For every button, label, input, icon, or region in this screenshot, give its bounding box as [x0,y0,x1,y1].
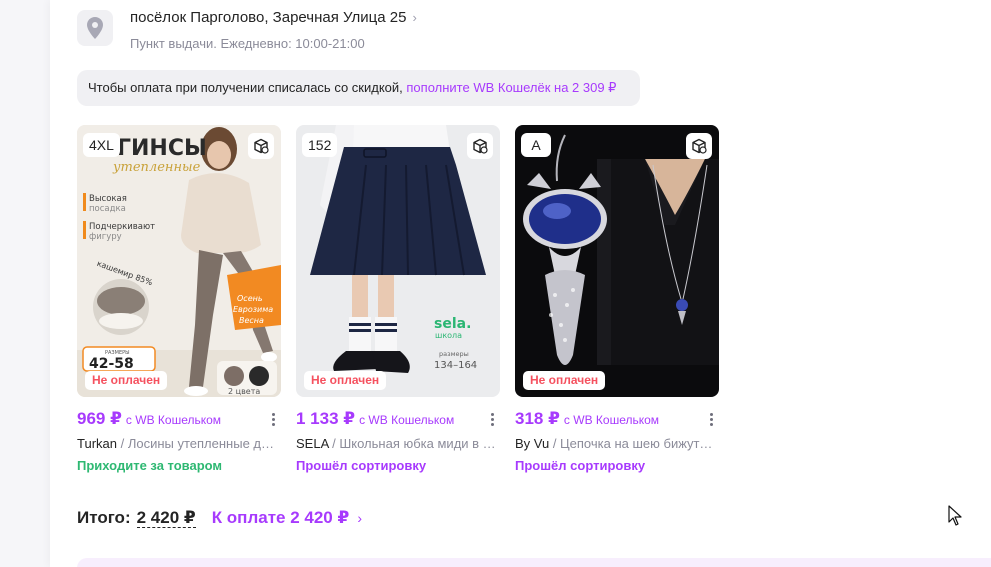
delivery-status: Прошёл сортировку [515,458,646,473]
product-image[interactable]: sela. школа размеры 134–164 152 Не оплач… [296,125,500,397]
svg-text:Подчеркивают: Подчеркивают [89,222,155,232]
chevron-right-icon: › [412,10,417,25]
svg-text:Высокая: Высокая [89,194,127,204]
svg-text:2 цвета: 2 цвета [228,387,260,396]
wallet-topup-link[interactable]: пополните WB Кошелёк на 2 309 ₽ [406,80,616,95]
total-label: Итого: [77,508,131,527]
order-item-card[interactable]: A Не оплачен 318 ₽ с WB Кошельком By Vu /… [515,125,719,473]
product-name[interactable]: Turkan / Лосины утепленные для женщин [77,436,281,451]
size-tag: 4XL [83,133,120,157]
order-item-card[interactable]: ГИНСЫ утепленные Высокая посадка Подчерк… [77,125,281,473]
return-box-icon[interactable] [248,133,274,159]
unpaid-badge: Не оплачен [523,371,606,390]
size-tag: A [521,133,551,157]
poster-sizes-label: размеры [439,350,469,358]
price: 1 133 ₽ с WB Кошельком [296,409,455,428]
pay-link[interactable]: К оплате 2 420 ₽ › [212,508,362,528]
unpaid-badge: Не оплачен [85,371,168,390]
delivery-status: Приходите за товаром [77,458,223,473]
size-tag: 152 [302,133,338,157]
order-item-card[interactable]: sela. школа размеры 134–164 152 Не оплач… [296,125,500,473]
product-image[interactable]: A Не оплачен [515,125,719,397]
poster-logo-sub: школа [435,331,462,340]
more-options-icon[interactable] [265,409,281,429]
svg-text:посадка: посадка [89,204,126,214]
pickup-hours: Пункт выдачи. Ежедневно: 10:00-21:00 [130,36,365,51]
order-items: ГИНСЫ утепленные Высокая посадка Подчерк… [77,125,719,473]
wallet-banner-text: Чтобы оплата при получении списалась со … [88,80,407,95]
svg-text:Еврозима: Еврозима [233,305,273,314]
chevron-right-icon: › [357,510,362,526]
pay-label[interactable]: К оплате 2 420 ₽ [212,508,350,528]
total-value[interactable]: 2 420 ₽ [136,508,196,528]
more-options-icon[interactable] [484,409,500,429]
product-name[interactable]: By Vu / Цепочка на шею бижутерия [515,436,719,451]
pickup-address[interactable]: посёлок Парголово, Заречная Улица 25 [130,10,406,26]
poster-headline: ГИНСЫ [117,136,207,161]
order-summary: Итого: 2 420 ₽ К оплате 2 420 ₽ › [77,508,362,528]
poster-sizes: 134–164 [434,360,477,371]
return-box-icon[interactable] [467,133,493,159]
svg-text:фигуру: фигуру [89,232,122,242]
wallet-banner: Чтобы оплата при получении списалась со … [77,70,640,106]
svg-text:42-58: 42-58 [89,356,134,372]
price: 318 ₽ с WB Кошельком [515,409,660,428]
poster-logo: sela. [434,316,471,332]
product-name[interactable]: SELA / Школьная юбка миди в складку [296,436,500,451]
delivery-status: Прошёл сортировку [296,458,427,473]
poster-subhead: утепленные [112,160,201,175]
return-box-icon[interactable] [686,133,712,159]
more-options-icon[interactable] [703,409,719,429]
next-section-strip [77,558,991,567]
svg-text:Осень: Осень [237,294,263,303]
svg-text:Весна: Весна [239,316,264,325]
unpaid-badge: Не оплачен [304,371,387,390]
pickup-point[interactable]: посёлок Парголово, Заречная Улица 25 › П… [77,10,417,51]
product-image[interactable]: ГИНСЫ утепленные Высокая посадка Подчерк… [77,125,281,397]
location-pin-icon [77,10,113,46]
mouse-cursor-icon [948,505,962,532]
price: 969 ₽ с WB Кошельком [77,409,222,428]
order-page: посёлок Парголово, Заречная Улица 25 › П… [50,0,991,567]
